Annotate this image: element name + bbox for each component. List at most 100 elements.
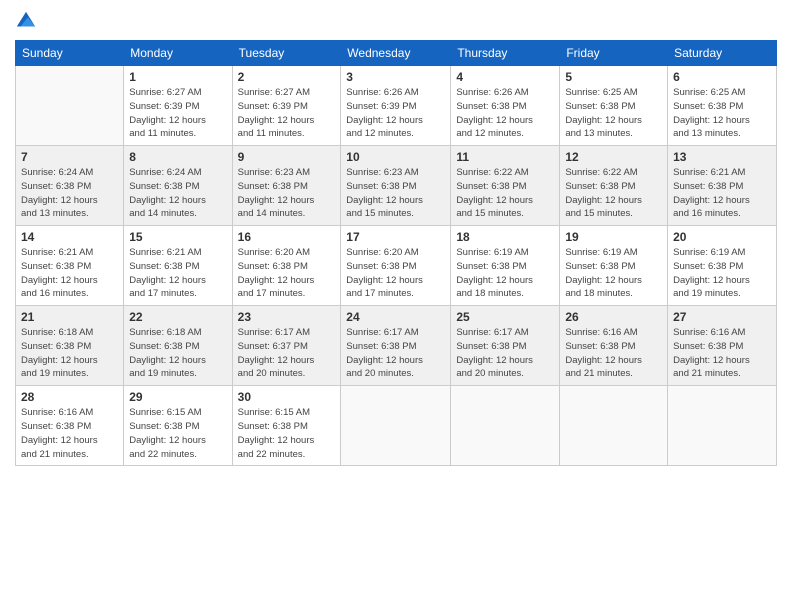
day-number: 17 [346,230,445,244]
page: SundayMondayTuesdayWednesdayThursdayFrid… [0,0,792,612]
day-cell: 2 Sunrise: 6:27 AM Sunset: 6:39 PM Daylig… [232,66,341,146]
day-number: 4 [456,70,554,84]
day-cell: 9 Sunrise: 6:23 AM Sunset: 6:38 PM Daylig… [232,146,341,226]
day-header-saturday: Saturday [668,41,777,66]
day-number: 5 [565,70,662,84]
day-cell: 14 Sunrise: 6:21 AM Sunset: 6:38 PM Dayli… [16,226,124,306]
day-cell: 15 Sunrise: 6:21 AM Sunset: 6:38 PM Dayli… [124,226,232,306]
day-number: 27 [673,310,771,324]
day-cell: 26 Sunrise: 6:16 AM Sunset: 6:38 PM Dayli… [560,306,668,386]
day-cell: 8 Sunrise: 6:24 AM Sunset: 6:38 PM Daylig… [124,146,232,226]
day-info: Sunrise: 6:23 AM Sunset: 6:38 PM Dayligh… [346,166,445,221]
week-row-2: 7 Sunrise: 6:24 AM Sunset: 6:38 PM Daylig… [16,146,777,226]
day-number: 14 [21,230,118,244]
day-number: 26 [565,310,662,324]
day-cell: 17 Sunrise: 6:20 AM Sunset: 6:38 PM Dayli… [341,226,451,306]
day-number: 24 [346,310,445,324]
day-info: Sunrise: 6:15 AM Sunset: 6:38 PM Dayligh… [129,406,226,461]
day-info: Sunrise: 6:20 AM Sunset: 6:38 PM Dayligh… [346,246,445,301]
day-info: Sunrise: 6:16 AM Sunset: 6:38 PM Dayligh… [21,406,118,461]
day-cell: 24 Sunrise: 6:17 AM Sunset: 6:38 PM Dayli… [341,306,451,386]
day-number: 22 [129,310,226,324]
day-cell: 13Sunrise: 6:21 AM Sunset: 6:38 PM Dayli… [668,146,777,226]
day-number: 25 [456,310,554,324]
day-cell: 22 Sunrise: 6:18 AM Sunset: 6:38 PM Dayli… [124,306,232,386]
day-cell: 27 Sunrise: 6:16 AM Sunset: 6:38 PM Dayli… [668,306,777,386]
day-info: Sunrise: 6:18 AM Sunset: 6:38 PM Dayligh… [21,326,118,381]
day-number: 20 [673,230,771,244]
day-number: 18 [456,230,554,244]
day-info: Sunrise: 6:21 AM Sunset: 6:38 PM Dayligh… [21,246,118,301]
day-cell [668,386,777,466]
day-cell: 21Sunrise: 6:18 AM Sunset: 6:38 PM Dayli… [16,306,124,386]
day-cell: 18 Sunrise: 6:19 AM Sunset: 6:38 PM Dayli… [451,226,560,306]
week-row-1: 1 Sunrise: 6:27 AM Sunset: 6:39 PM Daylig… [16,66,777,146]
logo [15,10,41,32]
day-number: 29 [129,390,226,404]
day-info: Sunrise: 6:23 AM Sunset: 6:38 PM Dayligh… [238,166,336,221]
day-cell: 1 Sunrise: 6:27 AM Sunset: 6:39 PM Daylig… [124,66,232,146]
day-info: Sunrise: 6:15 AM Sunset: 6:38 PM Dayligh… [238,406,336,461]
day-info: Sunrise: 6:18 AM Sunset: 6:38 PM Dayligh… [129,326,226,381]
day-info: Sunrise: 6:24 AM Sunset: 6:38 PM Dayligh… [21,166,118,221]
day-number: 1 [129,70,226,84]
day-cell: 7 Sunrise: 6:24 AM Sunset: 6:38 PM Daylig… [16,146,124,226]
day-number: 19 [565,230,662,244]
day-info: Sunrise: 6:17 AM Sunset: 6:38 PM Dayligh… [346,326,445,381]
day-cell: 16 Sunrise: 6:20 AM Sunset: 6:38 PM Dayli… [232,226,341,306]
day-info: Sunrise: 6:26 AM Sunset: 6:38 PM Dayligh… [456,86,554,141]
day-cell: 11 Sunrise: 6:22 AM Sunset: 6:38 PM Dayli… [451,146,560,226]
day-number: 6 [673,70,771,84]
day-info: Sunrise: 6:20 AM Sunset: 6:38 PM Dayligh… [238,246,336,301]
day-cell [16,66,124,146]
day-info: Sunrise: 6:21 AM Sunset: 6:38 PM Dayligh… [129,246,226,301]
day-cell [341,386,451,466]
week-row-5: 28 Sunrise: 6:16 AM Sunset: 6:38 PM Dayli… [16,386,777,466]
day-cell: 4 Sunrise: 6:26 AM Sunset: 6:38 PM Daylig… [451,66,560,146]
day-number: 16 [238,230,336,244]
day-header-wednesday: Wednesday [341,41,451,66]
day-info: Sunrise: 6:19 AM Sunset: 6:38 PM Dayligh… [673,246,771,301]
day-cell [560,386,668,466]
day-cell: 10 Sunrise: 6:23 AM Sunset: 6:38 PM Dayli… [341,146,451,226]
day-info: Sunrise: 6:19 AM Sunset: 6:38 PM Dayligh… [456,246,554,301]
day-number: 2 [238,70,336,84]
day-number: 23 [238,310,336,324]
day-cell [451,386,560,466]
day-info: Sunrise: 6:17 AM Sunset: 6:38 PM Dayligh… [456,326,554,381]
day-info: Sunrise: 6:16 AM Sunset: 6:38 PM Dayligh… [673,326,771,381]
day-info: Sunrise: 6:22 AM Sunset: 6:38 PM Dayligh… [565,166,662,221]
day-number: 15 [129,230,226,244]
day-cell: 25 Sunrise: 6:17 AM Sunset: 6:38 PM Dayli… [451,306,560,386]
week-row-4: 21Sunrise: 6:18 AM Sunset: 6:38 PM Dayli… [16,306,777,386]
day-info: Sunrise: 6:16 AM Sunset: 6:38 PM Dayligh… [565,326,662,381]
day-info: Sunrise: 6:21 AM Sunset: 6:38 PM Dayligh… [673,166,771,221]
day-number: 9 [238,150,336,164]
day-cell: 23 Sunrise: 6:17 AM Sunset: 6:37 PM Dayli… [232,306,341,386]
day-cell: 3Sunrise: 6:26 AM Sunset: 6:39 PM Daylig… [341,66,451,146]
day-cell: 5Sunrise: 6:25 AM Sunset: 6:38 PM Daylig… [560,66,668,146]
day-header-friday: Friday [560,41,668,66]
day-info: Sunrise: 6:22 AM Sunset: 6:38 PM Dayligh… [456,166,554,221]
day-info: Sunrise: 6:27 AM Sunset: 6:39 PM Dayligh… [129,86,226,141]
day-header-monday: Monday [124,41,232,66]
day-info: Sunrise: 6:17 AM Sunset: 6:37 PM Dayligh… [238,326,336,381]
day-number: 8 [129,150,226,164]
day-header-thursday: Thursday [451,41,560,66]
day-info: Sunrise: 6:27 AM Sunset: 6:39 PM Dayligh… [238,86,336,141]
day-number: 30 [238,390,336,404]
day-number: 28 [21,390,118,404]
day-cell: 30 Sunrise: 6:15 AM Sunset: 6:38 PM Dayli… [232,386,341,466]
day-cell: 28 Sunrise: 6:16 AM Sunset: 6:38 PM Dayli… [16,386,124,466]
logo-icon [15,10,37,32]
header-row: SundayMondayTuesdayWednesdayThursdayFrid… [16,41,777,66]
day-cell: 29 Sunrise: 6:15 AM Sunset: 6:38 PM Dayli… [124,386,232,466]
day-number: 10 [346,150,445,164]
day-cell: 12 Sunrise: 6:22 AM Sunset: 6:38 PM Dayli… [560,146,668,226]
day-info: Sunrise: 6:25 AM Sunset: 6:38 PM Dayligh… [673,86,771,141]
day-number: 7 [21,150,118,164]
day-number: 12 [565,150,662,164]
day-info: Sunrise: 6:26 AM Sunset: 6:39 PM Dayligh… [346,86,445,141]
day-number: 11 [456,150,554,164]
day-info: Sunrise: 6:24 AM Sunset: 6:38 PM Dayligh… [129,166,226,221]
